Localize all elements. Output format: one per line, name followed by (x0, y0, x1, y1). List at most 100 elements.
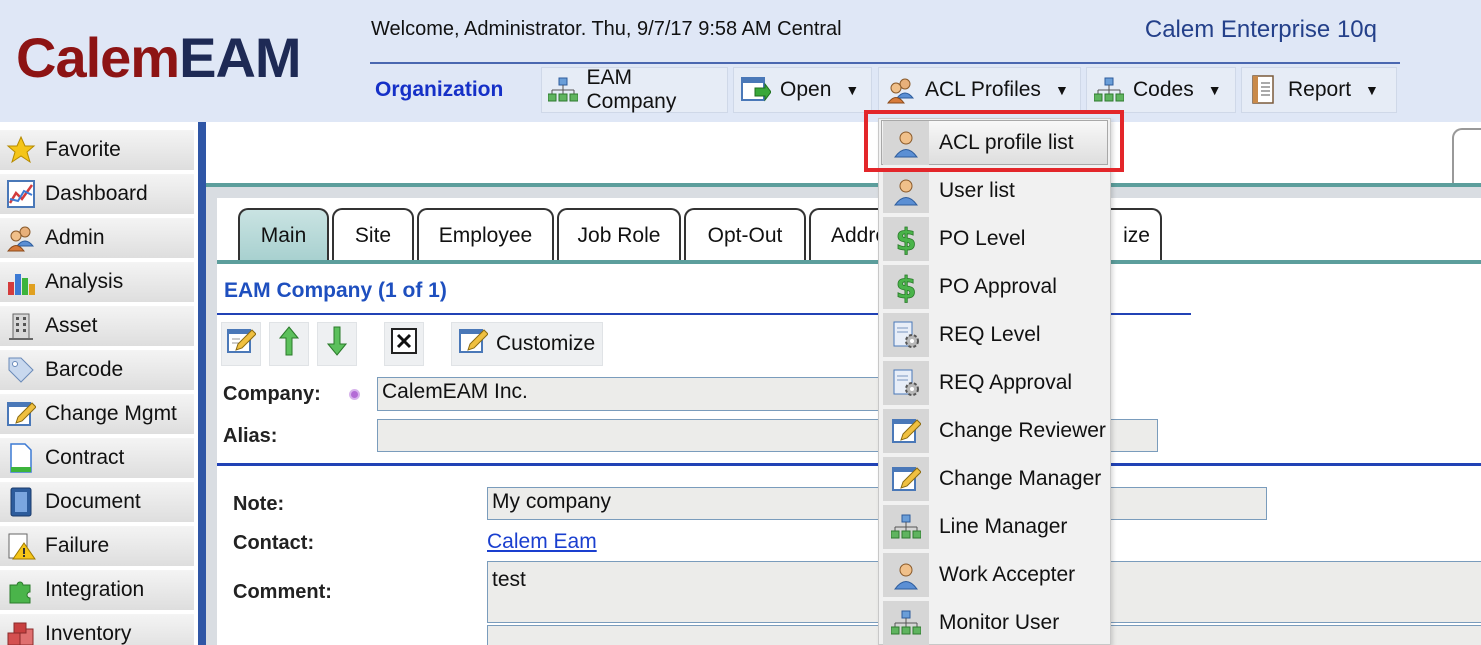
app-header: CalemEAM Welcome, Administrator. Thu, 9/… (0, 0, 1481, 122)
menu-item-line-manager[interactable]: Line Manager (880, 503, 1110, 551)
menu-item-req-approval[interactable]: REQ Approval (880, 359, 1110, 407)
acl-profiles-button[interactable]: ACL Profiles ▼ (878, 67, 1081, 113)
arrow-down-icon (326, 326, 348, 362)
comment-field[interactable]: test (487, 561, 880, 623)
eam-company-button[interactable]: EAM Company (541, 66, 728, 113)
org-chart-icon (883, 601, 929, 645)
pencil-form-icon (883, 409, 929, 453)
form-section-divider (217, 463, 1481, 466)
alias-label: Alias: (223, 425, 278, 447)
dollar-icon: $ (883, 217, 929, 261)
tab-site[interactable]: Site (332, 208, 414, 262)
close-icon (390, 327, 418, 361)
pencil-form-icon (458, 326, 489, 362)
menu-item-monitor-user[interactable]: Monitor User (880, 599, 1110, 645)
required-indicator-icon (349, 389, 360, 400)
calem-eam-logo: CalemEAM (16, 26, 302, 89)
star-icon (5, 134, 37, 166)
note-field[interactable]: My company (487, 487, 880, 520)
open-window-icon (740, 74, 772, 106)
company-label: Company: (223, 383, 321, 405)
alias-field[interactable] (377, 419, 880, 452)
report-icon (1248, 74, 1280, 106)
arrow-up-icon (278, 326, 300, 362)
sidebar-item-barcode[interactable]: Barcode (0, 350, 194, 392)
tab-main[interactable]: Main (238, 208, 329, 262)
pencil-form-icon (5, 398, 37, 430)
svg-text:$: $ (896, 271, 917, 303)
contact-link[interactable]: Calem Eam (487, 530, 597, 554)
sidebar-item-integration[interactable]: Integration (0, 570, 194, 612)
menu-item-user-list[interactable]: User list (880, 167, 1110, 215)
module-title: Organization (375, 78, 504, 101)
report-button[interactable]: Report ▼ (1241, 67, 1397, 113)
edit-form-icon (226, 326, 257, 362)
tab-address[interactable]: Addre (809, 208, 889, 262)
org-chart-icon (1093, 74, 1125, 106)
sidebar-item-inventory[interactable]: Inventory (0, 614, 194, 645)
comment-field-tail[interactable] (1108, 561, 1481, 623)
user-icon (883, 169, 929, 213)
welcome-message: Welcome, Administrator. Thu, 9/7/17 9:58… (371, 18, 842, 40)
menu-item-po-approval[interactable]: $ PO Approval (880, 263, 1110, 311)
edit-button[interactable] (221, 322, 261, 366)
users-icon (5, 222, 37, 254)
org-chart-icon (883, 505, 929, 549)
sidebar-item-contract[interactable]: Contract (0, 438, 194, 480)
user-icon (883, 553, 929, 597)
sidebar-item-document[interactable]: Document (0, 482, 194, 524)
menu-item-po-level[interactable]: $ PO Level (880, 215, 1110, 263)
next-record-button[interactable] (317, 322, 357, 366)
tab-opt-out[interactable]: Opt-Out (684, 208, 806, 262)
chevron-down-icon: ▼ (1207, 82, 1222, 98)
note-field-tail[interactable] (1108, 487, 1267, 520)
dollar-icon: $ (883, 265, 929, 309)
company-field[interactable]: CalemEAM Inc. (377, 377, 880, 411)
document-icon (5, 442, 37, 474)
extra-field[interactable] (487, 625, 880, 645)
org-chart-icon (548, 74, 579, 106)
sidebar-item-favorite[interactable]: Favorite (0, 130, 194, 172)
tag-icon (5, 354, 37, 386)
sidebar-item-asset[interactable]: Asset (0, 306, 194, 348)
codes-button[interactable]: Codes ▼ (1086, 67, 1236, 113)
customize-button[interactable]: Customize (451, 322, 603, 366)
sidebar-border (198, 122, 206, 645)
extra-field-tail[interactable] (1108, 625, 1481, 645)
workspace-tab-partial[interactable] (1452, 128, 1481, 184)
binder-icon (5, 486, 37, 518)
menu-item-change-manager[interactable]: Change Manager (880, 455, 1110, 503)
sidebar-item-change-mgmt[interactable]: Change Mgmt (0, 394, 194, 436)
warning-icon (5, 530, 37, 562)
sidebar-item-failure[interactable]: Failure (0, 526, 194, 568)
product-name: Calem Enterprise 10q (1144, 16, 1377, 43)
chevron-down-icon: ▼ (845, 82, 860, 98)
previous-record-button[interactable] (269, 322, 309, 366)
menu-item-work-accepter[interactable]: Work Accepter (880, 551, 1110, 599)
sidebar-item-admin[interactable]: Admin (0, 218, 194, 260)
puzzle-icon (5, 574, 37, 606)
chevron-down-icon: ▼ (1365, 82, 1379, 98)
sidebar-item-dashboard[interactable]: Dashboard (0, 174, 194, 216)
tabs-divider (217, 260, 1481, 264)
dashboard-chart-icon (5, 178, 37, 210)
menu-item-req-level[interactable]: REQ Level (880, 311, 1110, 359)
sidebar: Favorite Dashboard Admin Analysis Asset … (0, 122, 198, 645)
svg-text:$: $ (896, 223, 917, 255)
users-icon (885, 74, 917, 106)
req-gear-icon (883, 313, 929, 357)
sidebar-item-analysis[interactable]: Analysis (0, 262, 194, 304)
bar-chart-icon (5, 266, 37, 298)
alias-field-tail[interactable] (1108, 419, 1158, 452)
pencil-form-icon (883, 457, 929, 501)
tab-employee[interactable]: Employee (417, 208, 554, 262)
menu-item-change-reviewer[interactable]: Change Reviewer (880, 407, 1110, 455)
boxes-icon (5, 618, 37, 645)
header-divider (370, 62, 1400, 64)
close-button[interactable] (384, 322, 424, 366)
tab-job-role[interactable]: Job Role (557, 208, 681, 262)
note-label: Note: (233, 493, 285, 515)
contact-label: Contact: (233, 532, 315, 554)
record-title: EAM Company (1 of 1) (224, 279, 447, 302)
open-button[interactable]: Open ▼ (733, 67, 872, 113)
